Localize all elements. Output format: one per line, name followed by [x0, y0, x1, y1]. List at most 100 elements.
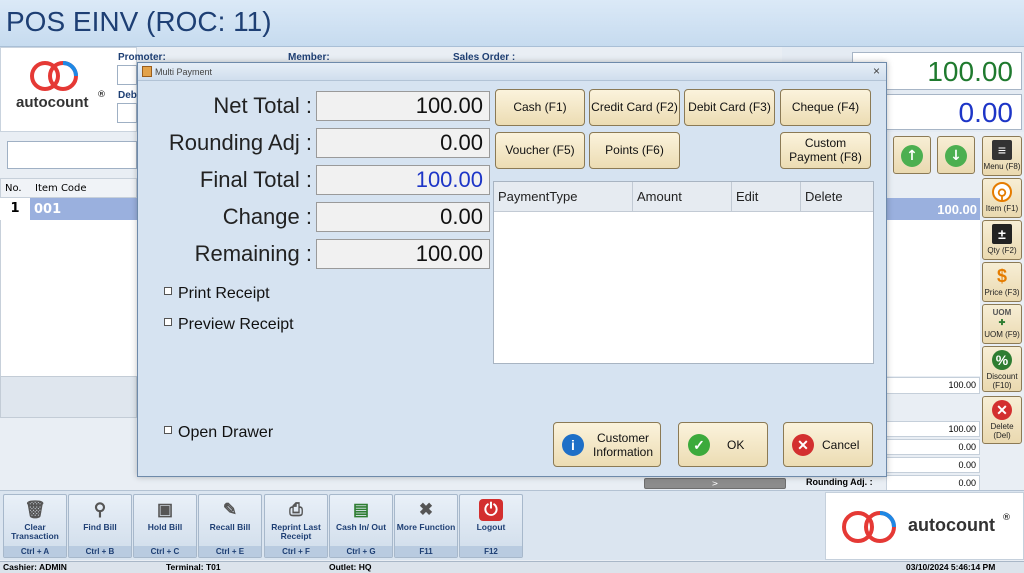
- datetime-status: 03/10/2024 5:46:14 PM: [906, 562, 996, 572]
- row-item-code: 001: [34, 202, 62, 217]
- magnifier-icon: ⚲: [992, 182, 1012, 202]
- cheque-button[interactable]: Cheque (F4): [780, 89, 871, 126]
- find-bill-label: Find Bill: [83, 522, 117, 532]
- cash-button[interactable]: Cash (F1): [495, 89, 585, 126]
- subtotal-small: 100.00: [886, 377, 980, 394]
- cash-in-out-key: Ctrl + G: [330, 546, 392, 557]
- clear-transaction-key: Ctrl + A: [4, 546, 66, 557]
- col-delete[interactable]: Delete: [805, 189, 843, 204]
- recall-bill-label: Recall Bill: [209, 522, 251, 532]
- window-title-bar: POS EINV (ROC: 11): [0, 0, 1024, 47]
- find-icon: ⚲: [93, 500, 107, 519]
- col-amount[interactable]: Amount: [637, 189, 682, 204]
- checkbox-box[interactable]: [164, 426, 172, 434]
- cancel-label: Cancel: [822, 438, 860, 452]
- summary-value-3: 0.00: [886, 457, 980, 473]
- qty-icon: ±: [992, 224, 1012, 244]
- col-payment-type[interactable]: PaymentType: [498, 189, 578, 204]
- menu-icon: ≡: [992, 140, 1012, 160]
- scroll-up-button[interactable]: ↑: [893, 136, 931, 174]
- logo-text: autocount: [16, 94, 89, 111]
- window-title: POS EINV (ROC: 11): [6, 6, 272, 37]
- dollar-icon: $: [996, 266, 1007, 286]
- col-item-code: Item Code: [35, 183, 87, 194]
- price-label: Price (F3): [984, 288, 1020, 297]
- more-function-button[interactable]: ✖ More Function F11: [394, 494, 458, 558]
- change-value: 0.00: [316, 202, 490, 232]
- autocount-logo-icon: [842, 511, 896, 543]
- dialog-close-button[interactable]: ×: [873, 64, 880, 78]
- hold-bill-label: Hold Bill: [147, 522, 183, 532]
- horizontal-scrollbar[interactable]: >: [644, 478, 786, 489]
- qty-label: Qty (F2): [987, 246, 1017, 255]
- preview-receipt-checkbox[interactable]: Preview Receipt: [164, 316, 294, 334]
- cashier-status: Cashier: ADMIN: [3, 562, 67, 572]
- brand-logo-bottom: autocount ®: [825, 492, 1024, 560]
- find-bill-key: Ctrl + B: [69, 546, 131, 557]
- hold-bill-button[interactable]: ▣ Hold Bill Ctrl + C: [133, 494, 197, 558]
- item-button[interactable]: ⚲ Item (F1): [982, 178, 1022, 218]
- col-separator: [731, 182, 732, 212]
- debit-card-button[interactable]: Debit Card (F3): [684, 89, 775, 126]
- price-button[interactable]: $ Price (F3): [982, 262, 1022, 302]
- logout-key: F12: [460, 546, 522, 557]
- rounding-adj-value: 0.00: [886, 475, 980, 491]
- discount-button[interactable]: % Discount (F10): [982, 346, 1022, 392]
- delete-button[interactable]: ✕ Delete (Del): [982, 396, 1022, 444]
- open-drawer-checkbox[interactable]: Open Drawer: [164, 424, 273, 442]
- credit-card-button[interactable]: Credit Card (F2): [589, 89, 680, 126]
- open-drawer-label: Open Drawer: [178, 424, 274, 441]
- uom-button[interactable]: UOM ✚ UOM (F9): [982, 304, 1022, 344]
- uom-icon: UOM ✚: [992, 308, 1012, 327]
- autocount-logo-icon: [30, 61, 78, 91]
- debtor-label: Deb: [118, 90, 137, 101]
- debtor-input[interactable]: [117, 103, 137, 123]
- clear-transaction-button[interactable]: 🗑 Clear Transaction Ctrl + A: [3, 494, 67, 558]
- percent-icon: %: [992, 350, 1012, 370]
- check-icon: ✓: [688, 434, 710, 456]
- custom-payment-button[interactable]: Custom Payment (F8): [780, 132, 871, 169]
- scroll-down-button[interactable]: ↓: [937, 136, 975, 174]
- clear-icon: 🗑: [24, 500, 46, 519]
- arrow-up-icon: ↑: [901, 145, 923, 167]
- cash-in-out-label: Cash In/ Out: [335, 522, 387, 532]
- more-function-label: More Function: [396, 522, 456, 532]
- ok-label: OK: [727, 438, 745, 452]
- promoter-input[interactable]: [117, 65, 137, 85]
- items-table-body: [0, 220, 137, 376]
- cancel-button[interactable]: ✕ Cancel: [783, 422, 873, 467]
- cash-in-out-button[interactable]: ▤ Cash In/ Out Ctrl + G: [329, 494, 393, 558]
- checkbox-box[interactable]: [164, 318, 172, 326]
- uom-tag: UOM: [992, 308, 1012, 317]
- item-search-input[interactable]: [7, 141, 137, 169]
- customer-information-button[interactable]: i Customer Information: [553, 422, 661, 467]
- logo-text-bottom: autocount: [908, 515, 995, 535]
- scroll-right-arrow: >: [711, 479, 719, 488]
- col-separator: [800, 182, 801, 212]
- checkbox-box[interactable]: [164, 287, 172, 295]
- hold-bill-key: Ctrl + C: [134, 546, 196, 557]
- qty-button[interactable]: ± Qty (F2): [982, 220, 1022, 260]
- items-table-body-right: [886, 220, 980, 376]
- cancel-x-icon: ✕: [792, 434, 814, 456]
- table-row[interactable]: 1 001: [0, 198, 137, 220]
- find-bill-button[interactable]: ⚲ Find Bill Ctrl + B: [68, 494, 132, 558]
- remaining-label: Remaining :: [194, 241, 312, 266]
- menu-button[interactable]: ≡ Menu (F8): [982, 136, 1022, 176]
- voucher-button[interactable]: Voucher (F5): [495, 132, 585, 169]
- row-no: 1: [0, 198, 30, 220]
- points-button[interactable]: Points (F6): [589, 132, 680, 169]
- delete-x-icon: ✕: [992, 400, 1012, 420]
- logo-reg-mark: ®: [97, 90, 106, 100]
- item-label: Item (F1): [985, 204, 1019, 213]
- print-receipt-checkbox[interactable]: Print Receipt: [164, 285, 270, 303]
- logout-button[interactable]: ⏻ Logout F12: [459, 494, 523, 558]
- ok-button[interactable]: ✓ OK: [678, 422, 768, 467]
- logout-label: Logout: [476, 522, 506, 532]
- col-edit[interactable]: Edit: [736, 189, 758, 204]
- reprint-receipt-button[interactable]: ⎙ Reprint Last Receipt Ctrl + F: [264, 494, 328, 558]
- net-total-label: Net Total :: [213, 93, 312, 118]
- recall-bill-button[interactable]: ✎ Recall Bill Ctrl + E: [198, 494, 262, 558]
- subtotal-panel: [0, 376, 137, 418]
- col-no: No.: [5, 183, 22, 194]
